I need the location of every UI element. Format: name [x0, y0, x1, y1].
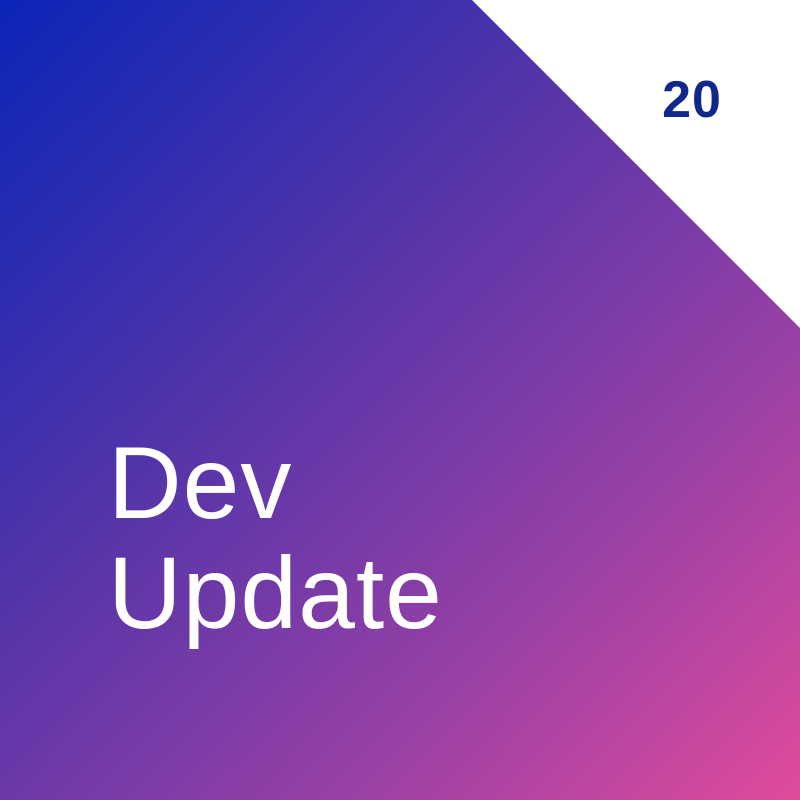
dev-update-card: 20 Dev Update — [0, 0, 800, 800]
issue-number: 20 — [662, 71, 722, 129]
title-line-dev: Dev — [108, 426, 293, 540]
card-title: Dev Update — [108, 428, 443, 648]
title-line-update: Update — [108, 536, 443, 650]
